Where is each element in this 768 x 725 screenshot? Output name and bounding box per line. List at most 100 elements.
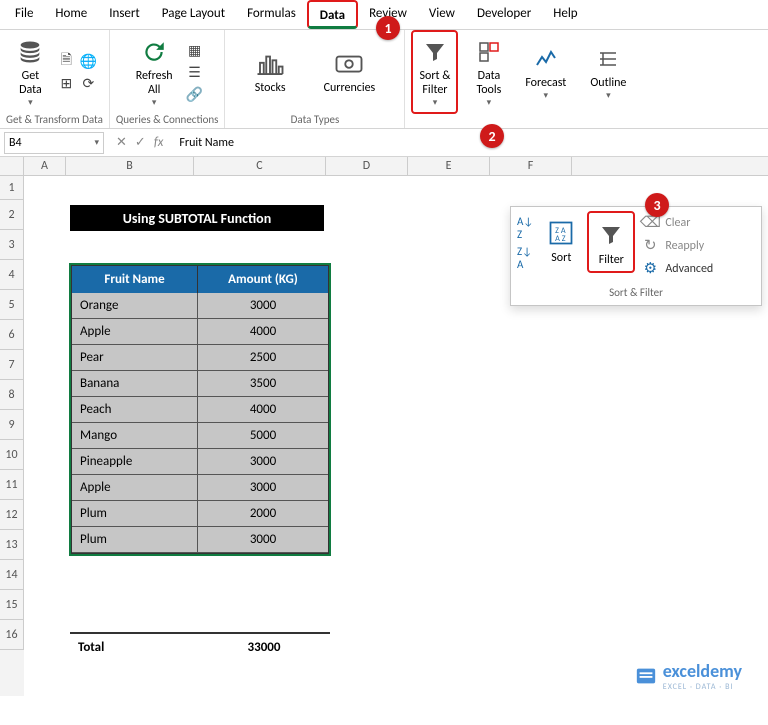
refresh-all-button[interactable]: Refresh All ▾ (130, 34, 179, 110)
sort-button[interactable]: Z AA Z Sort (537, 211, 585, 269)
table-row[interactable]: Apple4000 (72, 319, 328, 345)
cell-amount[interactable]: 3500 (198, 371, 328, 397)
table-row[interactable]: Orange3000 (72, 293, 328, 319)
sort-filter-button[interactable]: Sort & Filter ▾ (411, 30, 458, 114)
cells-area[interactable]: Using SUBTOTAL Function Fruit Name Amoun… (24, 176, 768, 696)
refresh-label: Refresh All (136, 70, 173, 98)
table-row[interactable]: Plum3000 (72, 527, 328, 553)
menu-home[interactable]: Home (44, 0, 98, 29)
col-E[interactable]: E (408, 157, 490, 175)
forecast-button[interactable]: Forecast ▾ (519, 41, 572, 103)
properties-icon[interactable]: ☰ (185, 62, 205, 82)
cell-fruit[interactable]: Plum (72, 527, 198, 553)
row-6[interactable]: 6 (0, 320, 24, 350)
sort-az-icon[interactable]: A↓Z (517, 215, 533, 241)
from-web-icon[interactable]: 🌐 (78, 51, 98, 71)
menu-help[interactable]: Help (542, 0, 588, 29)
data-tools-button[interactable]: Data Tools ▾ (470, 34, 507, 110)
filter-button[interactable]: Filter (587, 211, 635, 273)
outline-button[interactable]: Outline ▾ (584, 41, 632, 103)
cell-amount[interactable]: 4000 (198, 319, 328, 345)
cell-fruit[interactable]: Plum (72, 501, 198, 527)
outline-icon (596, 43, 620, 75)
cell-amount[interactable]: 3000 (198, 293, 328, 319)
row-3[interactable]: 3 (0, 230, 24, 260)
row-12[interactable]: 12 (0, 500, 24, 530)
cell-fruit[interactable]: Peach (72, 397, 198, 423)
cell-amount[interactable]: 5000 (198, 423, 328, 449)
row-2[interactable]: 2 (0, 200, 24, 230)
select-all-corner[interactable] (0, 157, 24, 175)
cell-amount[interactable]: 3000 (198, 475, 328, 501)
cell-amount[interactable]: 3000 (198, 527, 328, 553)
table-row[interactable]: Banana3500 (72, 371, 328, 397)
menu-data[interactable]: Data (307, 0, 358, 29)
get-data-small-icons[interactable]: 🗎 🌐 ⊞ ⟳ (56, 51, 98, 93)
data-table[interactable]: Fruit Name Amount (KG) Orange3000Apple40… (70, 264, 330, 555)
cell-amount[interactable]: 2500 (198, 345, 328, 371)
col-B[interactable]: B (66, 157, 194, 175)
cell-fruit[interactable]: Pineapple (72, 449, 198, 475)
row-15[interactable]: 15 (0, 590, 24, 620)
col-F[interactable]: F (490, 157, 572, 175)
table-row[interactable]: Peach4000 (72, 397, 328, 423)
worksheet-grid[interactable]: 1 2 3 4 5 6 7 8 9 10 11 12 13 14 15 16 U… (0, 176, 768, 696)
table-row[interactable]: Pineapple3000 (72, 449, 328, 475)
col-A[interactable]: A (24, 157, 66, 175)
ribbon-group-queries: Refresh All ▾ ▦ ☰ 🔗 Queries & Connection… (110, 30, 226, 128)
cell-fruit[interactable]: Apple (72, 475, 198, 501)
advanced-button[interactable]: ⚙Advanced (641, 259, 713, 278)
cell-fruit[interactable]: Pear (72, 345, 198, 371)
header-amount[interactable]: Amount (KG) (198, 266, 328, 293)
stocks-button[interactable]: Stocks (249, 46, 292, 98)
cell-fruit[interactable]: Orange (72, 293, 198, 319)
row-14[interactable]: 14 (0, 560, 24, 590)
header-fruit[interactable]: Fruit Name (72, 266, 198, 293)
table-row[interactable]: Plum2000 (72, 501, 328, 527)
cell-fruit[interactable]: Banana (72, 371, 198, 397)
table-row[interactable]: Apple3000 (72, 475, 328, 501)
col-D[interactable]: D (326, 157, 408, 175)
table-row[interactable]: Pear2500 (72, 345, 328, 371)
from-text-icon[interactable]: 🗎 (56, 51, 76, 71)
row-9[interactable]: 9 (0, 410, 24, 440)
row-1[interactable]: 1 (0, 176, 24, 200)
col-C[interactable]: C (194, 157, 326, 175)
fx-icon[interactable]: fx (154, 135, 164, 150)
cell-amount[interactable]: 3000 (198, 449, 328, 475)
row-16[interactable]: 16 (0, 620, 24, 650)
forecast-label: Forecast (525, 77, 566, 91)
menu-file[interactable]: File (4, 0, 44, 29)
row-5[interactable]: 5 (0, 290, 24, 320)
sort-za-icon[interactable]: Z↓A (517, 245, 533, 271)
get-data-button[interactable]: Get Data ▾ (10, 34, 50, 110)
menu-view[interactable]: View (418, 0, 466, 29)
cell-amount[interactable]: 4000 (198, 397, 328, 423)
cell-amount[interactable]: 2000 (198, 501, 328, 527)
cancel-icon[interactable]: ✕ (116, 135, 127, 150)
cell-fruit[interactable]: Apple (72, 319, 198, 345)
from-table-icon[interactable]: ⊞ (56, 73, 76, 93)
row-11[interactable]: 11 (0, 470, 24, 500)
row-7[interactable]: 7 (0, 350, 24, 380)
queries-icon[interactable]: ▦ (185, 40, 205, 60)
row-10[interactable]: 10 (0, 440, 24, 470)
row-4[interactable]: 4 (0, 260, 24, 290)
menu-insert[interactable]: Insert (98, 0, 151, 29)
cell-fruit[interactable]: Mango (72, 423, 198, 449)
row-13[interactable]: 13 (0, 530, 24, 560)
chevron-down-icon[interactable]: ▾ (94, 137, 99, 148)
name-box[interactable]: B4 ▾ (4, 132, 104, 154)
queries-small-icons[interactable]: ▦ ☰ 🔗 (185, 40, 205, 104)
links-icon[interactable]: 🔗 (185, 84, 205, 104)
enter-icon[interactable]: ✓ (135, 135, 146, 150)
formula-bar[interactable]: Fruit Name (171, 136, 768, 150)
currencies-button[interactable]: Currencies (318, 46, 382, 98)
reapply-button[interactable]: ↻Reapply (641, 236, 713, 255)
menu-formulas[interactable]: Formulas (236, 0, 307, 29)
menu-page-layout[interactable]: Page Layout (151, 0, 236, 29)
table-row[interactable]: Mango5000 (72, 423, 328, 449)
row-8[interactable]: 8 (0, 380, 24, 410)
menu-developer[interactable]: Developer (466, 0, 542, 29)
recent-icon[interactable]: ⟳ (78, 73, 98, 93)
